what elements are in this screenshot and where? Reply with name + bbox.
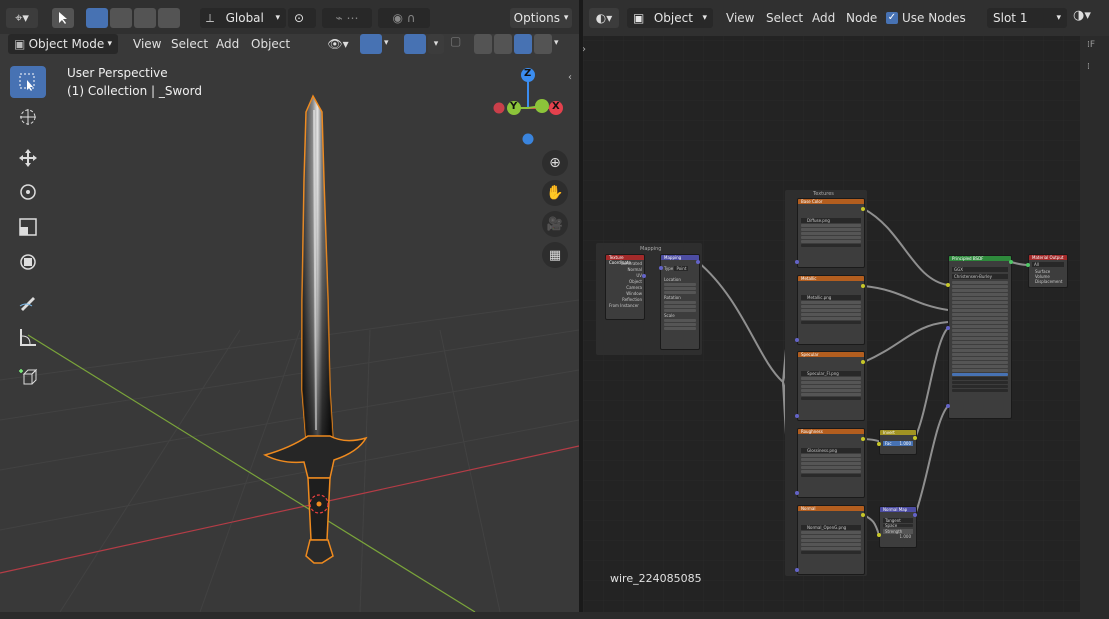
collection-label: (1) Collection | _Sword — [67, 84, 202, 98]
shading-modes[interactable] — [474, 34, 552, 54]
mode-label: Object Mode — [28, 37, 105, 51]
xray-icon[interactable]: ▢ — [450, 34, 468, 54]
menu-select[interactable]: Select — [171, 37, 208, 51]
scale-tool[interactable] — [10, 211, 46, 243]
status-bar — [0, 612, 1109, 619]
perspective-toggle-icon[interactable]: ▦ — [542, 242, 568, 268]
editor-type-icon[interactable]: ⌖▾ — [6, 8, 38, 28]
wireframe-shading-icon[interactable] — [474, 34, 492, 54]
material-shading-icon[interactable] — [514, 34, 532, 54]
y-axis-line — [27, 334, 476, 612]
zoom-icon[interactable]: ⊕ — [542, 150, 568, 176]
sword-object[interactable] — [262, 94, 368, 564]
material-name-label: wire_224085085 — [610, 572, 702, 585]
chevron-down-icon: ▾ — [275, 13, 280, 23]
orientation-label: Global — [225, 11, 264, 25]
rendered-shading-icon[interactable] — [534, 34, 552, 54]
transform-orientation-dropdown[interactable]: ⟂ Global ▾ — [200, 8, 286, 28]
visibility-icon[interactable]: 👁▾ — [322, 34, 354, 54]
menu-add[interactable]: Add — [216, 37, 239, 51]
orientation-icon: ⟂ — [206, 10, 215, 25]
viewport-header: ▣ Object Mode ▾ View Select Add Object 👁… — [0, 34, 579, 54]
object-mode-icon: ▣ — [14, 37, 26, 51]
pivot-icon: ⊙ — [294, 11, 305, 25]
pivot-dropdown[interactable]: ⊙ — [288, 8, 316, 28]
select-tool-icon[interactable] — [52, 8, 74, 28]
gizmo-z-label: Z — [524, 68, 532, 79]
cursor-tool[interactable] — [10, 101, 46, 133]
annotate-tool[interactable] — [10, 286, 46, 318]
solid-shading-icon[interactable] — [494, 34, 512, 54]
overlays-dropdown-icon[interactable]: ▾ — [428, 34, 444, 54]
transform-tool[interactable] — [10, 246, 46, 278]
rotate-tool[interactable] — [10, 176, 46, 208]
camera-view-icon[interactable]: 🎥 — [542, 211, 568, 237]
node-editor-area[interactable]: ◐▾ ▣ Object ▾ View Select Add Node ✓ Use… — [583, 0, 1109, 612]
node-sockets — [642, 207, 1030, 572]
navigation-gizmo[interactable]: Z X Y — [490, 66, 570, 148]
menu-view[interactable]: View — [133, 37, 161, 51]
move-tool[interactable] — [10, 142, 46, 174]
select-box-tool[interactable] — [10, 66, 46, 98]
mode-dropdown[interactable]: ▣ Object Mode ▾ — [8, 34, 118, 54]
snap-icon[interactable]: ⌁ ⋯ — [322, 8, 372, 28]
options-button[interactable]: Options ▾ — [510, 8, 572, 28]
proportional-edit-icon[interactable]: ◉ ∩ — [378, 8, 430, 28]
chevron-down-icon: ▾ — [563, 13, 569, 23]
gizmo-y-label: Y — [510, 101, 518, 112]
chevron-down-icon: ▾ — [107, 39, 112, 49]
gizmo-x-label: X — [552, 101, 560, 112]
sidebar-toggle-arrow-icon[interactable]: ‹ — [568, 72, 578, 86]
tool-shelf — [10, 66, 50, 396]
shading-dropdown-icon[interactable]: ▾ — [554, 38, 559, 48]
viewport-tool-header: ⌖▾ ⟂ Global ▾ ⊙ ⌁ ⋯ ◉ ∩ Options ▾ — [0, 0, 579, 34]
measure-tool[interactable] — [10, 321, 46, 353]
x-axis-line — [0, 445, 579, 574]
gizmo-toggle-icon[interactable] — [360, 34, 382, 54]
view-perspective-label: User Perspective — [67, 66, 168, 80]
object-origin — [316, 501, 322, 507]
selection-mode-icons[interactable] — [86, 8, 184, 28]
viewport-area[interactable]: ⌖▾ ⟂ Global ▾ ⊙ ⌁ ⋯ ◉ ∩ Options ▾ ▣ Obje… — [0, 0, 579, 612]
overlays-toggle-icon[interactable] — [404, 34, 426, 54]
gizmo-dropdown-icon[interactable]: ▾ — [384, 38, 394, 50]
pan-hand-icon[interactable]: ✋ — [542, 180, 568, 206]
options-label: Options — [513, 11, 560, 25]
menu-object[interactable]: Object — [251, 37, 290, 51]
add-cube-tool[interactable] — [10, 361, 46, 393]
